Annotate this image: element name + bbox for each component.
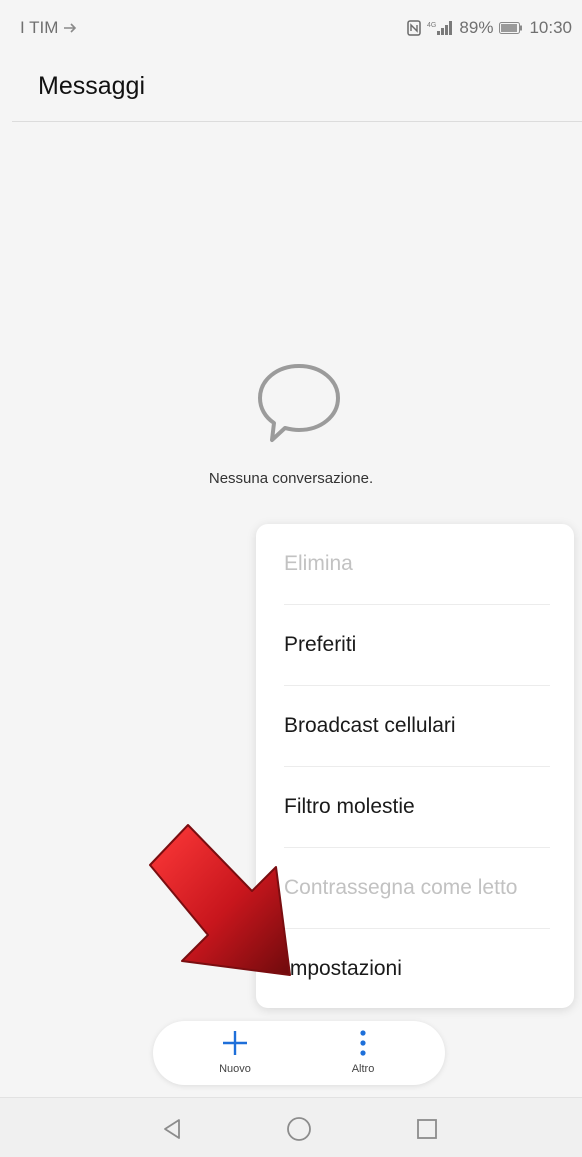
menu-item-label: Impostazioni	[284, 957, 402, 980]
clock: 10:30	[529, 18, 572, 37]
new-message-label: Nuovo	[219, 1063, 251, 1075]
messages-screen: I TIM 4G 89% 10:30 Messaggi Nessuna conv…	[0, 0, 582, 1157]
menu-item-elimina[interactable]: Elimina	[256, 524, 574, 604]
battery-percent: 89%	[459, 18, 494, 37]
battery-icon	[499, 22, 523, 34]
usb-icon	[63, 22, 77, 34]
menu-item-broadcast-cellulari[interactable]: Broadcast cellulari	[256, 686, 574, 766]
menu-item-label: Elimina	[284, 552, 353, 575]
chat-bubble-icon	[254, 360, 344, 446]
status-bar: I TIM 4G 89% 10:30	[0, 0, 582, 56]
overflow-menu: Elimina Preferiti Broadcast cellulari Fi…	[256, 524, 574, 1008]
new-message-button[interactable]: Nuovo	[185, 1027, 285, 1081]
bottom-action-bar: Nuovo Altro	[153, 1021, 445, 1085]
home-circle-icon[interactable]	[284, 1114, 314, 1144]
recents-square-icon[interactable]	[412, 1114, 442, 1144]
more-button[interactable]: Altro	[313, 1027, 413, 1081]
carrier-label: I TIM	[20, 18, 59, 37]
nfc-icon	[407, 20, 422, 36]
back-triangle-icon[interactable]	[157, 1114, 187, 1144]
navigation-bar	[0, 1097, 582, 1157]
more-label: Altro	[351, 1063, 375, 1075]
plus-icon	[222, 1027, 248, 1059]
menu-item-label: Broadcast cellulari	[284, 714, 456, 737]
empty-state-text: Nessuna conversazione.	[208, 470, 374, 487]
menu-item-filtro-molestie[interactable]: Filtro molestie	[256, 767, 574, 847]
menu-item-impostazioni[interactable]: Impostazioni	[256, 929, 574, 1009]
menu-item-label: Contrassegna come letto	[284, 876, 518, 899]
menu-item-contrassegna-come-letto[interactable]: Contrassegna come letto	[256, 848, 574, 928]
app-bar-divider	[12, 121, 582, 122]
page-title: Messaggi	[38, 72, 145, 100]
status-left: I TIM	[20, 18, 77, 38]
menu-item-preferiti[interactable]: Preferiti	[256, 605, 574, 685]
svg-text:4G: 4G	[427, 22, 436, 29]
red-arrow-annotation	[140, 815, 300, 985]
menu-item-label: Filtro molestie	[284, 795, 415, 818]
menu-item-label: Preferiti	[284, 633, 357, 656]
more-vertical-icon	[359, 1027, 367, 1059]
status-right: 4G 89% 10:30	[407, 18, 572, 38]
app-bar: Messaggi	[0, 56, 582, 122]
signal-icon: 4G	[427, 20, 453, 36]
